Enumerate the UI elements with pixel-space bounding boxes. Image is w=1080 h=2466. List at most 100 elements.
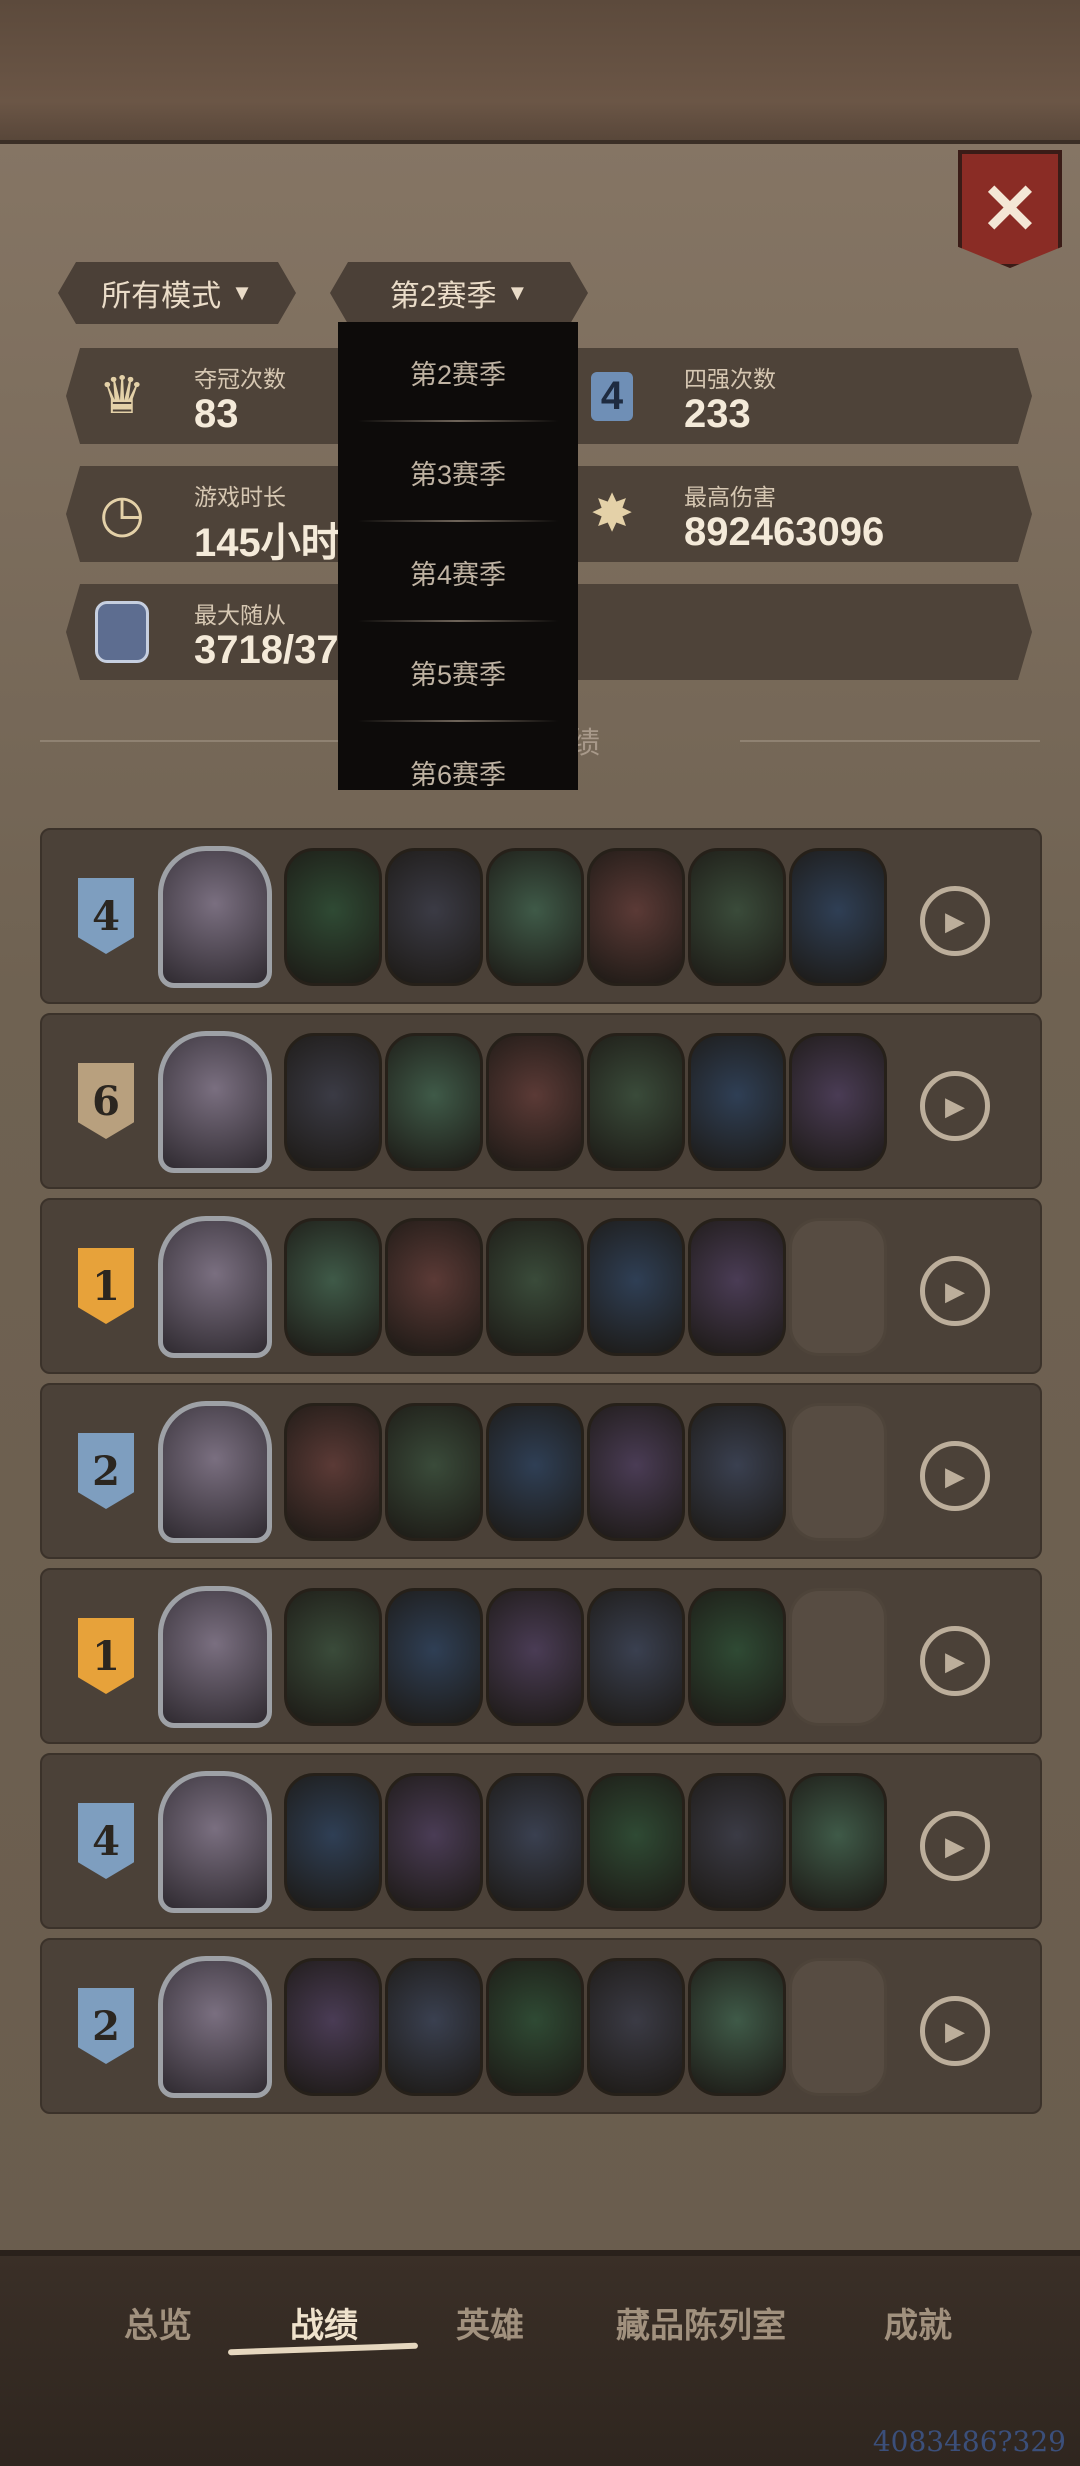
match-row: 2 ▶ <box>40 1938 1042 2114</box>
mode-filter-dropdown[interactable]: 所有模式 ▼ <box>58 262 296 324</box>
unit-card[interactable] <box>486 1033 584 1171</box>
unit-slot-empty <box>789 1218 887 1356</box>
close-button[interactable]: ✕ <box>958 150 1062 268</box>
unit-slot-empty <box>789 1403 887 1541</box>
unit-card[interactable] <box>486 1773 584 1911</box>
replay-button[interactable]: ▶ <box>920 1811 990 1881</box>
unit-card[interactable] <box>587 1773 685 1911</box>
hero-portrait[interactable] <box>158 1216 272 1358</box>
stat-label: 夺冠次数 <box>194 366 286 392</box>
stat-value: 892463096 <box>684 510 885 554</box>
season-filter-label: 第2赛季 <box>389 280 497 313</box>
tab-record[interactable]: 战绩 <box>290 2298 358 2347</box>
match-row: 1 ▶ <box>40 1568 1042 1744</box>
hero-portrait[interactable] <box>158 1031 272 1173</box>
unit-card[interactable] <box>284 1218 382 1356</box>
tab-overview[interactable]: 总览 <box>124 2298 192 2347</box>
rank-badge: 1 <box>78 1248 134 1324</box>
unit-card[interactable] <box>385 1588 483 1726</box>
match-row: 6 ▶ <box>40 1013 1042 1189</box>
replay-button[interactable]: ▶ <box>920 886 990 956</box>
hero-portrait[interactable] <box>158 1401 272 1543</box>
stat-label: 四强次数 <box>684 366 776 392</box>
season-option[interactable]: 第2赛季 <box>338 322 578 422</box>
play-icon: ▶ <box>945 2015 965 2046</box>
unit-card[interactable] <box>385 1033 483 1171</box>
unit-slot-empty <box>789 1588 887 1726</box>
tab-collection[interactable]: 藏品陈列室 <box>616 2298 786 2347</box>
hero-portrait[interactable] <box>158 1956 272 2098</box>
season-option[interactable]: 第4赛季 <box>338 522 578 622</box>
replay-button[interactable]: ▶ <box>920 1256 990 1326</box>
play-icon: ▶ <box>945 1090 965 1121</box>
unit-card[interactable] <box>284 1958 382 2096</box>
unit-card[interactable] <box>688 848 786 986</box>
unit-card[interactable] <box>587 848 685 986</box>
match-row: 2 ▶ <box>40 1383 1042 1559</box>
rank-badge: 2 <box>78 1988 134 2064</box>
unit-card[interactable] <box>587 1033 685 1171</box>
unit-card[interactable] <box>688 1588 786 1726</box>
unit-card[interactable] <box>385 1773 483 1911</box>
tab-heroes[interactable]: 英雄 <box>456 2298 524 2347</box>
unit-card[interactable] <box>688 1403 786 1541</box>
rank-badge: 4 <box>78 1803 134 1879</box>
unit-card[interactable] <box>789 1033 887 1171</box>
crown-icon: ♛ <box>98 367 146 425</box>
season-option[interactable]: 第6赛季 <box>338 722 578 790</box>
replay-button[interactable]: ▶ <box>920 1441 990 1511</box>
unit-card[interactable] <box>587 1588 685 1726</box>
unit-card[interactable] <box>284 1773 382 1911</box>
hero-portrait[interactable] <box>158 1771 272 1913</box>
match-row: 4 ▶ <box>40 828 1042 1004</box>
unit-card[interactable] <box>385 1958 483 2096</box>
unit-card[interactable] <box>587 1403 685 1541</box>
stat-value: 145小时 <box>194 521 341 565</box>
stat-value: 83 <box>194 392 239 436</box>
unit-card[interactable] <box>385 848 483 986</box>
unit-card[interactable] <box>486 1218 584 1356</box>
unit-card[interactable] <box>284 1403 382 1541</box>
replay-button[interactable]: ▶ <box>920 1071 990 1141</box>
unit-card[interactable] <box>486 1958 584 2096</box>
stat-label: 最大随从 <box>194 602 286 628</box>
unit-card[interactable] <box>284 1588 382 1726</box>
damage-star-icon: ✸ <box>590 485 634 543</box>
watermark-text: 4083486?329 <box>872 2425 1066 2458</box>
unit-card[interactable] <box>486 1403 584 1541</box>
unit-card[interactable] <box>284 1033 382 1171</box>
season-filter-dropdown[interactable]: 第2赛季 ▼ <box>330 262 588 324</box>
unit-card[interactable] <box>486 848 584 986</box>
match-row: 1 ▶ <box>40 1198 1042 1374</box>
hero-portrait[interactable] <box>158 1586 272 1728</box>
replay-button[interactable]: ▶ <box>920 1996 990 2066</box>
divider-right <box>740 740 1040 742</box>
stat-card-max-damage: ✸ 最高伤害 892463096 <box>556 466 1032 562</box>
unit-card[interactable] <box>789 848 887 986</box>
stat-label: 游戏时长 <box>194 484 286 510</box>
unit-card[interactable] <box>688 1958 786 2096</box>
unit-card[interactable] <box>385 1218 483 1356</box>
unit-card[interactable] <box>789 1773 887 1911</box>
unit-card[interactable] <box>587 1218 685 1356</box>
unit-card[interactable] <box>587 1958 685 2096</box>
rank-badge: 2 <box>78 1433 134 1509</box>
unit-card[interactable] <box>385 1403 483 1541</box>
stat-label: 最高伤害 <box>684 484 776 510</box>
unit-card[interactable] <box>284 848 382 986</box>
chevron-down-icon: ▼ <box>231 280 253 305</box>
unit-card[interactable] <box>688 1773 786 1911</box>
unit-card[interactable] <box>486 1588 584 1726</box>
rank-badge: 1 <box>78 1618 134 1694</box>
close-icon: ✕ <box>980 170 1040 248</box>
play-icon: ▶ <box>945 1275 965 1306</box>
hero-portrait[interactable] <box>158 846 272 988</box>
tab-achievements[interactable]: 成就 <box>884 2298 952 2347</box>
play-icon: ▶ <box>945 1645 965 1676</box>
unit-card[interactable] <box>688 1218 786 1356</box>
season-option[interactable]: 第3赛季 <box>338 422 578 522</box>
replay-button[interactable]: ▶ <box>920 1626 990 1696</box>
top4-badge-icon: 4 <box>572 356 652 436</box>
season-option[interactable]: 第5赛季 <box>338 622 578 722</box>
unit-card[interactable] <box>688 1033 786 1171</box>
